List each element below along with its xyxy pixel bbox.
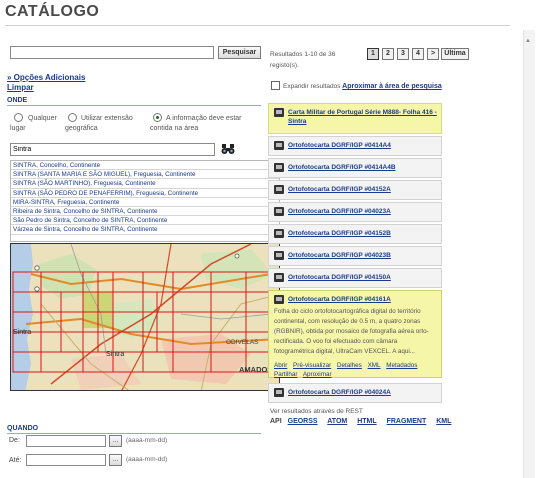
result-description: Folha do ciclo ortofotocartográfica digi… xyxy=(274,308,429,355)
page-2-button[interactable]: 2 xyxy=(382,48,394,60)
from-date-label: De: xyxy=(9,437,20,444)
api-label: API xyxy=(270,418,282,425)
result-item-expanded[interactable]: Ortofotocarta DGRF/IGP #04161A Folha do … xyxy=(268,290,442,378)
orthophoto-icon xyxy=(274,251,284,260)
advanced-options-link[interactable]: » Opções Adicionais xyxy=(7,73,85,82)
result-item[interactable]: Ortofotocarta DGRF/IGP #04023B xyxy=(268,246,442,266)
to-date-input[interactable] xyxy=(26,454,106,466)
preview-action[interactable]: Pré-visualizar xyxy=(293,362,331,369)
when-divider xyxy=(7,433,261,434)
result-title[interactable]: Ortofotocarta DGRF/IGP #04161A xyxy=(288,296,391,303)
html-link[interactable]: HTML xyxy=(357,418,376,425)
kml-link[interactable]: KML xyxy=(436,418,451,425)
expand-results-label: Expandir resultados xyxy=(283,83,341,90)
result-item[interactable]: Ortofotocarta DGRF/IGP #04024A xyxy=(268,383,442,403)
result-item[interactable]: Ortofotocarta DGRF/IGP #0414A4B xyxy=(268,158,442,178)
page-1-button[interactable]: 1 xyxy=(367,48,379,60)
orthophoto-icon xyxy=(274,295,284,304)
map-label: Sintra xyxy=(106,351,124,358)
when-section-label: QUANDO xyxy=(7,425,39,432)
radio-geo-extent-label: Utilizar extensão geográfica xyxy=(65,115,133,132)
map-sheet-icon xyxy=(274,108,284,117)
where-divider xyxy=(7,105,261,106)
place-item[interactable]: SINTRA (SÃO PEDRO DE PENAFERRIM), Fregue… xyxy=(11,189,279,198)
open-action[interactable]: Abrir xyxy=(274,362,287,369)
search-input[interactable] xyxy=(10,46,214,59)
orthophoto-icon xyxy=(274,273,284,282)
xml-action[interactable]: XML xyxy=(368,362,381,369)
place-item[interactable]: SINTRA, Concelho, Continente xyxy=(11,161,279,171)
page-4-button[interactable]: 4 xyxy=(412,48,424,60)
result-item[interactable]: Ortofotocarta DGRF/IGP #0414A4 xyxy=(268,136,442,156)
atom-link[interactable]: ATOM xyxy=(327,418,347,425)
result-item[interactable]: Carta Militar de Portugal Série M888- Fo… xyxy=(268,103,442,134)
to-date-label: Até: xyxy=(9,457,22,464)
result-actions: Abrir Pré-visualizar Detalhes XML Metada… xyxy=(274,361,439,379)
result-item[interactable]: Ortofotocarta DGRF/IGP #04152A xyxy=(268,180,442,200)
rest-results-text: Ver resultados através de REST xyxy=(270,408,363,415)
result-item[interactable]: Ortofotocarta DGRF/IGP #04150A xyxy=(268,268,442,288)
metadata-action[interactable]: Metadados xyxy=(386,362,417,369)
scroll-up-icon[interactable]: ▲ xyxy=(525,38,531,44)
from-date-input[interactable] xyxy=(26,435,106,447)
zoom-to-search-area-line: Expandir resultados Aproximar à área de … xyxy=(271,82,451,92)
result-title[interactable]: Ortofotocarta DGRF/IGP #04152B xyxy=(288,230,391,237)
radio-anywhere-label: Qualquer lugar xyxy=(10,115,57,132)
orthophoto-icon xyxy=(274,141,284,150)
to-date-hint: (aaaa-mm-dd) xyxy=(126,456,168,463)
search-button[interactable]: Pesquisar xyxy=(218,46,261,59)
binoculars-icon[interactable] xyxy=(221,143,235,155)
search-map[interactable]: Sintra Sintra AMADORA ODIVELAS xyxy=(10,243,280,391)
results-summary: Resultados 1-10 de 36 registo(s). xyxy=(270,51,336,69)
details-action[interactable]: Detalhes xyxy=(337,362,362,369)
map-canvas[interactable]: Sintra Sintra AMADORA ODIVELAS xyxy=(11,244,280,391)
georss-link[interactable]: GEORSS xyxy=(288,418,318,425)
result-title[interactable]: Carta Militar de Portugal Série M888- Fo… xyxy=(288,108,438,126)
result-title[interactable]: Ortofotocarta DGRF/IGP #04150A xyxy=(288,274,391,281)
orthophoto-icon xyxy=(274,163,284,172)
result-item[interactable]: Ortofotocarta DGRF/IGP #04152B xyxy=(268,224,442,244)
orthophoto-icon xyxy=(274,388,284,397)
result-title[interactable]: Ortofotocarta DGRF/IGP #04023B xyxy=(288,252,391,259)
title-divider xyxy=(5,25,510,26)
map-label: ODIVELAS xyxy=(226,339,259,346)
last-page-button[interactable]: Última xyxy=(441,48,469,60)
fragment-link[interactable]: FRAGMENT xyxy=(387,418,427,425)
place-search-input[interactable] xyxy=(10,143,215,156)
rest-formats: API GEORSS ATOM HTML FRAGMENT KML xyxy=(270,418,459,425)
map-label: Sintra xyxy=(13,329,31,336)
result-title[interactable]: Ortofotocarta DGRF/IGP #04023A xyxy=(288,208,391,215)
orthophoto-icon xyxy=(274,185,284,194)
zoom-to-search-area-link[interactable]: Aproximar à área de pesquisa xyxy=(342,83,442,90)
result-title[interactable]: Ortofotocarta DGRF/IGP #0414A4 xyxy=(288,142,391,149)
share-action[interactable]: Partilhar xyxy=(274,371,297,378)
place-item[interactable]: Ribeira de Sintra, Concelho de SINTRA, C… xyxy=(11,207,279,217)
clear-link[interactable]: Limpar xyxy=(7,83,34,92)
place-results-list: SINTRA, Concelho, Continente SINTRA (SAN… xyxy=(10,160,280,242)
from-date-hint: (aaaa-mm-dd) xyxy=(126,437,168,444)
result-title[interactable]: Ortofotocarta DGRF/IGP #04024A xyxy=(288,389,391,396)
orthophoto-icon xyxy=(274,229,284,238)
place-item[interactable]: SINTRA (SÃO MARTINHO), Freguesia, Contin… xyxy=(11,179,279,189)
to-date-picker-button[interactable]: ... xyxy=(109,454,122,466)
result-title[interactable]: Ortofotocarta DGRF/IGP #0414A4B xyxy=(288,164,396,171)
result-title[interactable]: Ortofotocarta DGRF/IGP #04152A xyxy=(288,186,391,193)
place-item[interactable]: Várzea de Sintra, Concelho de SINTRA, Co… xyxy=(11,225,279,235)
next-page-button[interactable]: > xyxy=(427,48,439,60)
place-item[interactable]: SINTRA (SANTA MARIA E SÃO MIGUEL), Fregu… xyxy=(11,170,279,180)
zoom-action[interactable]: Aproximar xyxy=(303,371,332,378)
orthophoto-icon xyxy=(274,207,284,216)
page-title: CATÁLOGO xyxy=(5,3,100,20)
page-3-button[interactable]: 3 xyxy=(397,48,409,60)
result-item[interactable]: Ortofotocarta DGRF/IGP #04023A xyxy=(268,202,442,222)
place-item[interactable]: São Pedro de Sintra, Concelho de SINTRA,… xyxy=(11,216,279,226)
place-item[interactable]: MIRA-SINTRA, Freguesia, Continente xyxy=(11,198,279,207)
vertical-scrollbar[interactable] xyxy=(523,30,535,478)
where-section-label: ONDE xyxy=(7,97,28,104)
from-date-picker-button[interactable]: ... xyxy=(109,435,122,447)
radio-contained-label: A informação deve estar contida na área xyxy=(150,115,242,132)
